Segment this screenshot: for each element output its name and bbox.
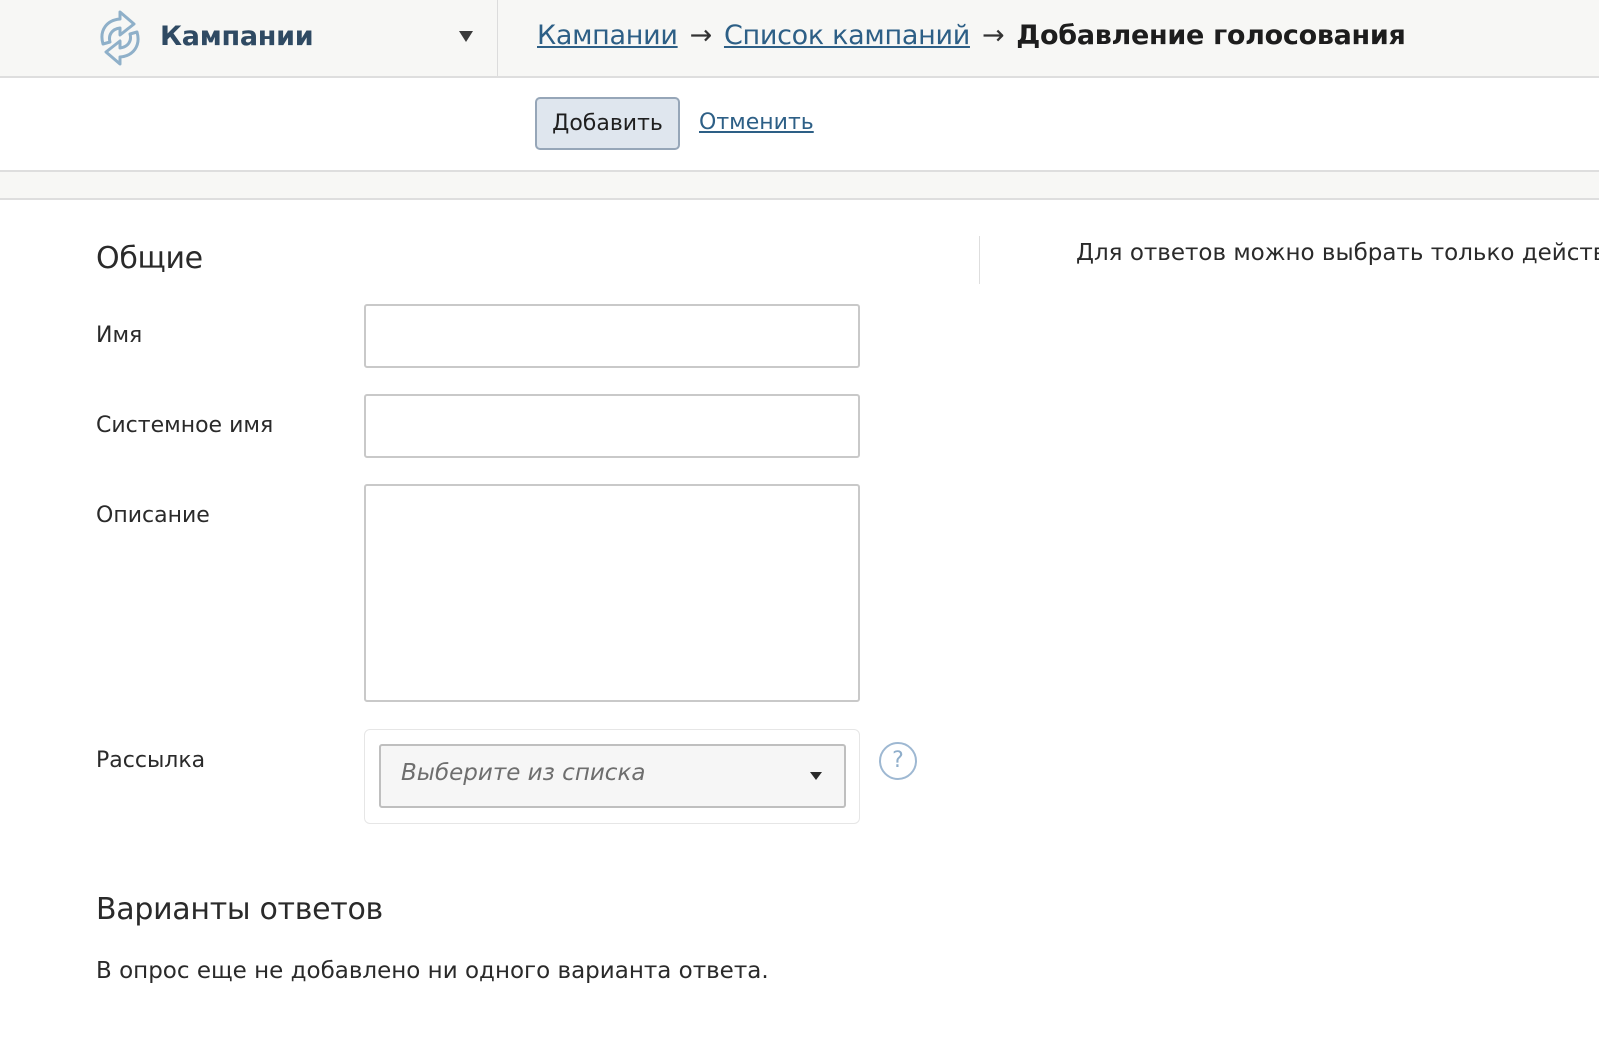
toolbar-divider-strip xyxy=(0,172,1599,200)
module-switcher[interactable]: Кампании xyxy=(0,0,498,76)
section-title-answers: Варианты ответов xyxy=(96,892,383,927)
breadcrumb-link-campaign-list[interactable]: Список кампаний xyxy=(724,20,970,51)
chevron-down-icon xyxy=(810,772,822,780)
description-textarea[interactable] xyxy=(364,484,860,702)
answers-empty-message: В опрос еще не добавлено ни одного вариа… xyxy=(96,958,769,984)
breadcrumb: Кампании → Список кампаний → Добавление голо… xyxy=(537,20,1406,51)
mailing-label: Рассылка xyxy=(96,748,206,773)
chevron-down-icon[interactable] xyxy=(459,31,473,42)
mailing-select[interactable]: Выберите из списка xyxy=(379,744,846,808)
top-header: Кампании Кампании → Список кампаний → Добавл… xyxy=(0,0,1599,78)
add-button[interactable]: Добавить xyxy=(535,97,680,150)
answers-hint-text: Для ответов можно выбрать только действ xyxy=(1076,240,1599,266)
circular-arrows-icon xyxy=(100,10,140,66)
action-toolbar: Добавить Отменить xyxy=(0,78,1599,172)
system-name-input[interactable] xyxy=(364,394,860,458)
system-name-label: Системное имя xyxy=(96,413,274,438)
description-label: Описание xyxy=(96,503,210,528)
cancel-link[interactable]: Отменить xyxy=(699,110,814,135)
module-title: Кампании xyxy=(160,21,314,52)
mailing-select-container: Выберите из списка xyxy=(364,729,860,824)
breadcrumb-link-campaigns[interactable]: Кампании xyxy=(537,20,678,51)
name-label: Имя xyxy=(96,323,143,348)
column-divider xyxy=(979,236,980,284)
help-icon[interactable]: ? xyxy=(879,742,917,780)
mailing-select-placeholder: Выберите из списка xyxy=(401,760,646,786)
breadcrumb-current: Добавление голосования xyxy=(1016,20,1406,51)
section-title-general: Общие xyxy=(96,241,203,276)
arrow-right-icon: → xyxy=(689,20,713,51)
arrow-right-icon: → xyxy=(981,20,1005,51)
name-input[interactable] xyxy=(364,304,860,368)
